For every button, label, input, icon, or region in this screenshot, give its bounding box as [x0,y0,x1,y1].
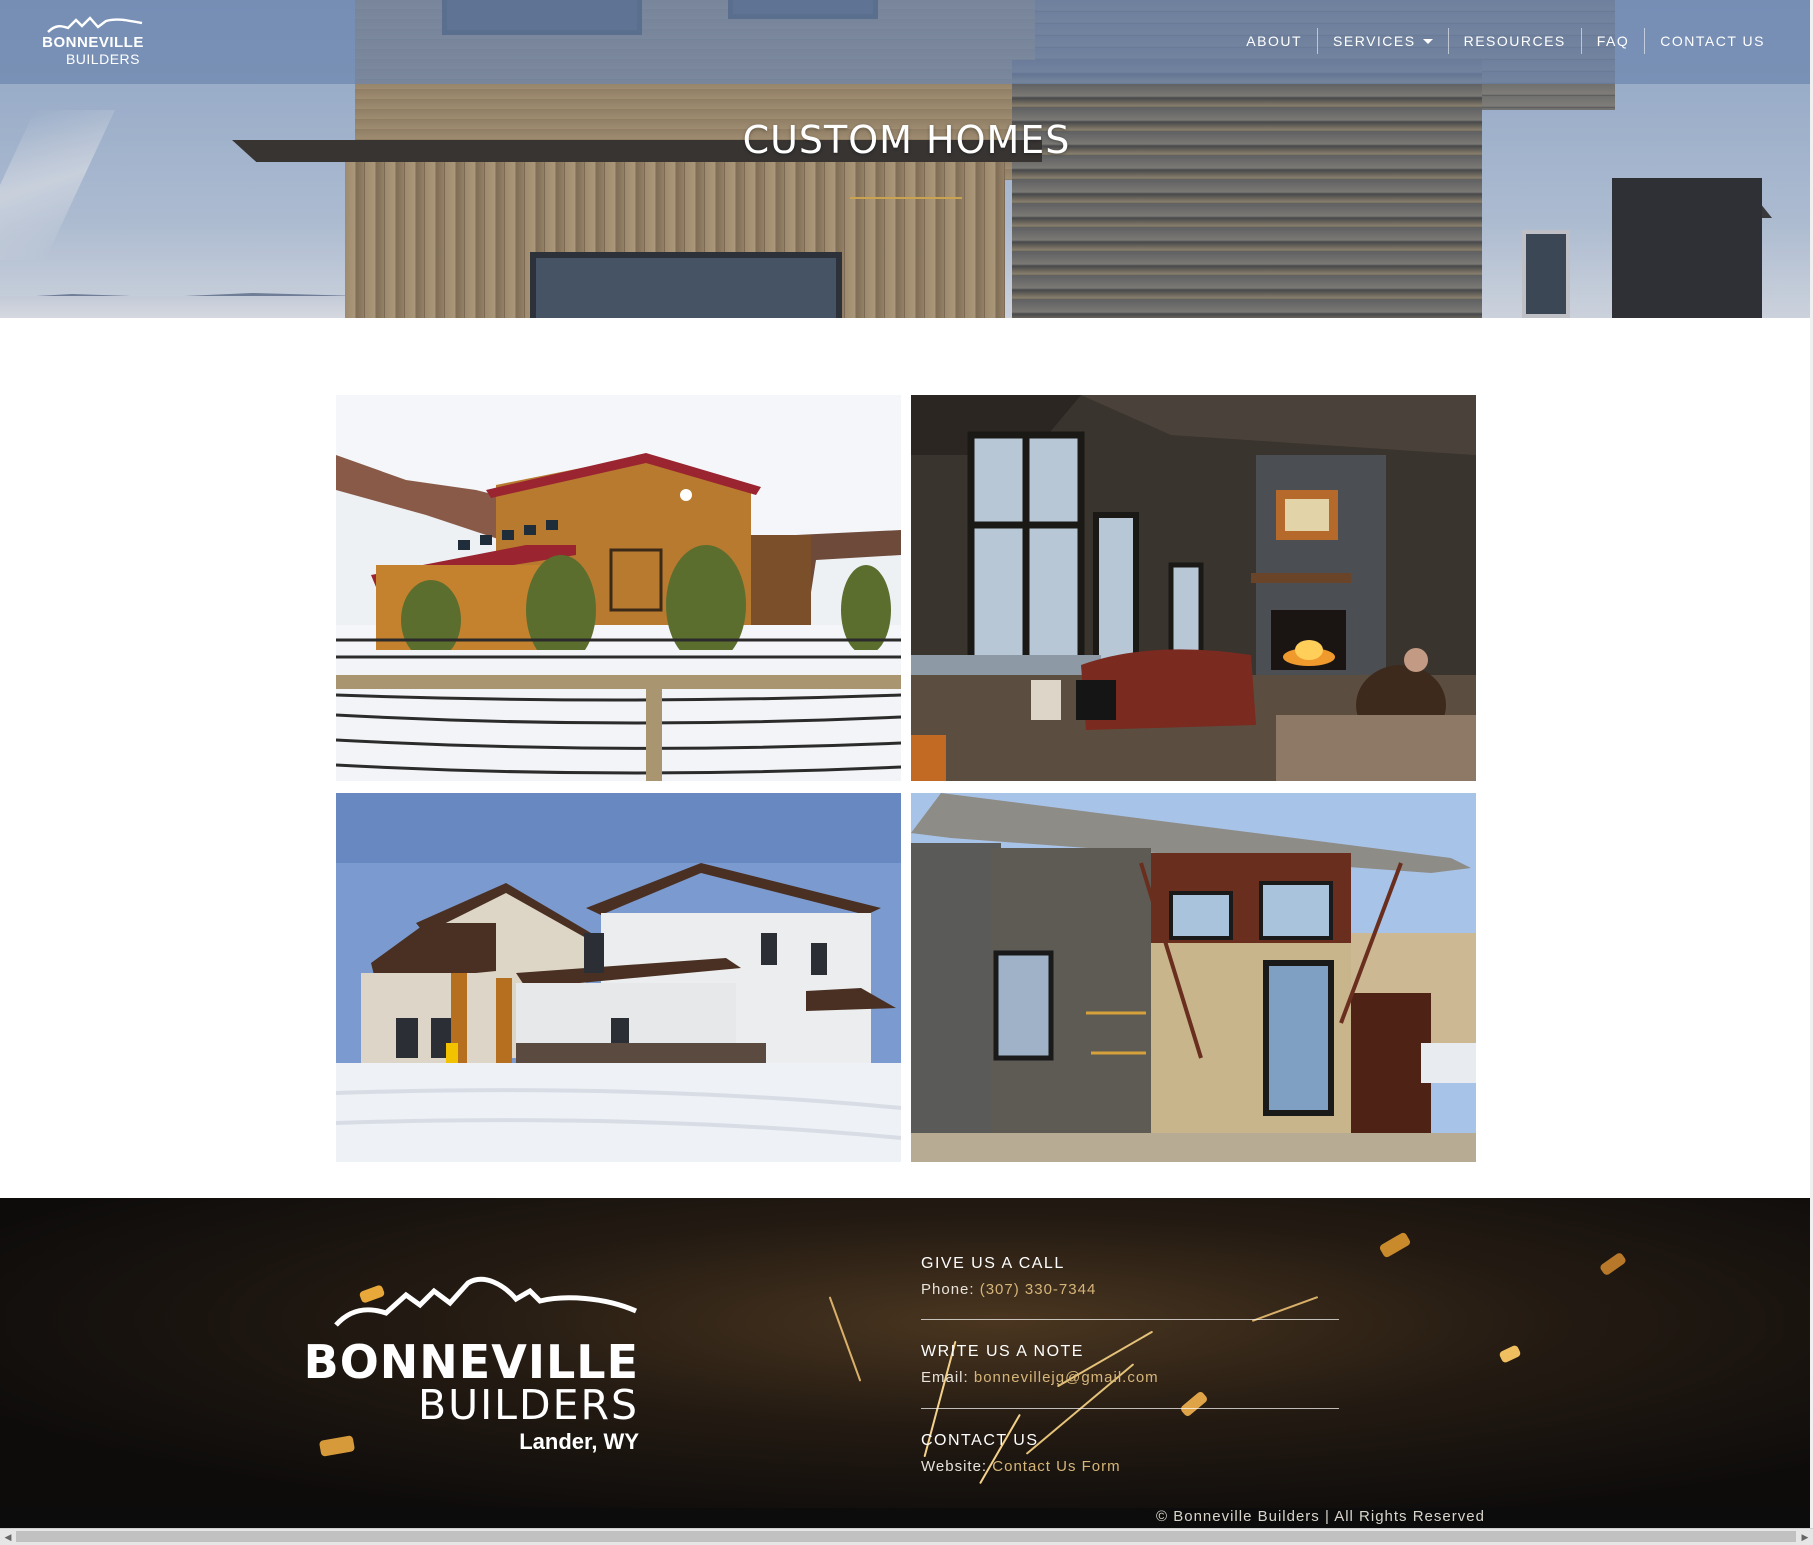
email-link[interactable]: bonnevillejg@gmail.com [974,1369,1159,1386]
nav-contact-us[interactable]: CONTACT US [1645,28,1780,54]
footer-logo-builders: BUILDERS [417,1381,639,1429]
spark [1598,1251,1628,1277]
scroll-left-arrow-icon[interactable]: ◀ [1,1531,15,1543]
copyright-bar [0,1508,1813,1528]
title-underline [850,197,962,199]
email-line: Email: bonnevillejg@gmail.com [921,1369,1339,1386]
contact-divider [921,1319,1339,1320]
contact-form-link[interactable]: Contact Us Form [992,1458,1120,1475]
contact-divider [921,1408,1339,1409]
email-label: Email: [921,1369,969,1386]
spark [1498,1344,1522,1364]
website-label: Website: [921,1458,988,1475]
contact-note: WRITE US A NOTE Email: bonnevillejg@gmai… [921,1343,1339,1386]
horizontal-scrollbar[interactable]: ◀ ▶ [0,1528,1813,1545]
nav-resources[interactable]: RESOURCES [1449,28,1581,54]
gallery-image-living-room[interactable] [911,395,1476,781]
mountain-logo-icon [47,16,143,33]
gallery-image-barn[interactable] [336,395,901,781]
nav-services[interactable]: SERVICES [1318,28,1448,54]
spark [828,1296,862,1382]
nav-services-label: SERVICES [1333,33,1416,49]
call-heading: GIVE US A CALL [921,1255,1065,1272]
contact-call: GIVE US A CALL Phone: (307) 330-7344 [921,1255,1339,1298]
scrollbar-thumb[interactable] [16,1531,1796,1542]
top-navbar: BONNEVILLE BUILDERS ABOUT SERVICES RESOU… [0,0,1813,84]
page-title: CUSTOM HOMES [742,118,1071,162]
spark [1179,1390,1209,1418]
logo-text-bonneville: BONNEVILLE [42,34,144,51]
logo-text-builders: BUILDERS [65,51,140,67]
contact-form: CONTACT US Website: Contact Us Form [921,1432,1339,1475]
note-heading: WRITE US A NOTE [921,1343,1084,1360]
nav-faq[interactable]: FAQ [1582,28,1645,54]
footer-logo[interactable]: BONNEVILLE BUILDERS Lander, WY [304,1275,639,1455]
site-footer [0,1198,1813,1508]
farmhouse-photo [336,793,901,1162]
gallery-image-farmhouse[interactable] [336,793,901,1162]
caret-down-icon [1422,38,1433,44]
header-logo[interactable]: BONNEVILLE BUILDERS [40,14,146,72]
phone-label: Phone: [921,1281,975,1298]
phone-link[interactable]: (307) 330-7344 [980,1281,1097,1298]
nav-about[interactable]: ABOUT [1231,28,1317,54]
spark [1378,1231,1412,1259]
modern-house-photo [911,793,1476,1162]
barn-photo [336,395,901,781]
mountain-logo-icon [334,1276,638,1327]
footer-location: Lander, WY [519,1429,639,1454]
copyright-text: © Bonneville Builders | All Rights Reser… [1156,1508,1485,1525]
contact-heading: CONTACT US [921,1432,1039,1449]
phone-line: Phone: (307) 330-7344 [921,1281,1339,1298]
main-nav: ABOUT SERVICES RESOURCES FAQ CONTACT US [1231,28,1780,54]
scroll-right-arrow-icon[interactable]: ▶ [1798,1531,1812,1543]
website-line: Website: Contact Us Form [921,1458,1339,1475]
gallery-image-modern-house[interactable] [911,793,1476,1162]
living-room-photo [911,395,1476,781]
